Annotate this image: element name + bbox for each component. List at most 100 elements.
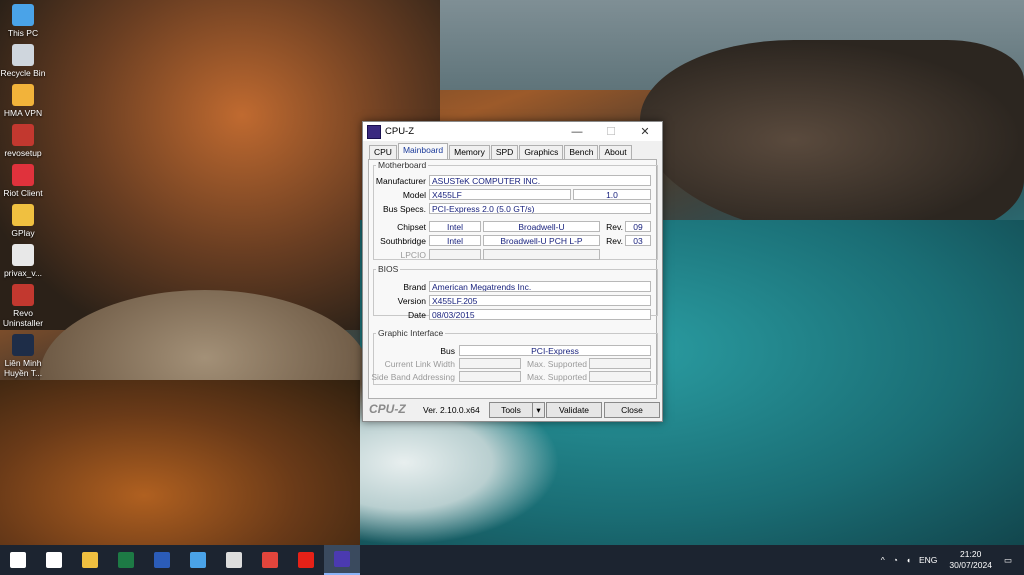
wallpaper-brush: [0, 380, 360, 545]
volume-icon[interactable]: ◖: [906, 555, 911, 565]
dropdown-arrow-icon: ▾: [536, 405, 541, 415]
side-band-label: Side Band Addressing: [371, 372, 455, 382]
southbridge-rev-field: 03: [625, 235, 651, 246]
taskbar-button-file-explorer[interactable]: [72, 545, 108, 575]
desktop-icon-7[interactable]: Revo Uninstaller: [0, 284, 46, 328]
language-indicator[interactable]: ENG: [919, 555, 937, 565]
hma-vpn-icon: [12, 84, 34, 106]
taskbar-button-word[interactable]: [144, 545, 180, 575]
desktop-icons: This PC Recycle Bin HMA VPN revosetup Riot C…: [0, 4, 46, 384]
tab-about[interactable]: About: [599, 145, 632, 159]
taskbar-button-start[interactable]: [0, 545, 36, 575]
bios-brand-field: American Megatrends Inc.: [429, 281, 651, 292]
this-pc-icon: [12, 4, 34, 26]
chipset-label: Chipset: [397, 222, 426, 232]
version-label: Ver. 2.10.0.x64: [423, 405, 480, 415]
bios-date-field: 08/03/2015: [429, 309, 651, 320]
bios-version-field: X455LF.205: [429, 295, 651, 306]
desktop-icon-8[interactable]: Liên Minh Huyền T...: [0, 334, 46, 378]
revo-setup-icon: [12, 124, 34, 146]
gi-bus-field: PCI-Express: [459, 345, 651, 356]
show-hidden-icons-icon[interactable]: ^: [881, 555, 885, 565]
word-icon: [154, 552, 170, 568]
taskbar-button-search[interactable]: [36, 545, 72, 575]
clock-date: 30/07/2024: [949, 560, 992, 570]
tools-button[interactable]: Tools: [489, 402, 533, 418]
manufacturer-label: Manufacturer: [375, 176, 426, 186]
revo-uninstaller-icon: [12, 284, 34, 306]
southbridge-vendor-field: Intel: [429, 235, 481, 246]
close-button[interactable]: Close: [604, 402, 660, 418]
bios-legend: BIOS: [378, 264, 399, 274]
minimize-button[interactable]: —: [560, 122, 594, 141]
desktop-icon-label: Revo Uninstaller: [2, 308, 44, 328]
riot-client-icon: [12, 164, 34, 186]
link-width-label: Current Link Width: [384, 359, 455, 369]
taskbar: ^ ◔ ◖ ENG 21:20 30/07/2024 ▭: [0, 545, 1024, 575]
taskbar-button-privax[interactable]: [216, 545, 252, 575]
taskbar-button-chrome[interactable]: [252, 545, 288, 575]
link-width-field: [459, 358, 521, 369]
start-icon: [10, 552, 26, 568]
bus-specs-field: PCI-Express 2.0 (5.0 GT/s): [429, 203, 651, 214]
chipset-name-field: Broadwell-U: [483, 221, 600, 232]
desktop-icon-1[interactable]: Recycle Bin: [0, 44, 46, 78]
window-footer: CPU-Z Ver. 2.10.0.x64 Tools ▾ Validate C…: [363, 402, 662, 420]
desktop-icon-label: revosetup: [4, 148, 42, 158]
tab-spd[interactable]: SPD: [490, 145, 519, 159]
network-icon[interactable]: ◔: [893, 555, 898, 565]
tab-memory[interactable]: Memory: [449, 145, 490, 159]
validate-button[interactable]: Validate: [546, 402, 602, 418]
lpcio-vendor-field: [429, 249, 481, 260]
tools-dropdown-button[interactable]: ▾: [532, 402, 545, 418]
motherboard-legend: Motherboard: [378, 160, 427, 170]
maximize-button[interactable]: ☐: [594, 122, 628, 141]
search-icon: [46, 552, 62, 568]
desktop-icon-3[interactable]: revosetup: [0, 124, 46, 158]
window-title: CPU-Z: [385, 126, 415, 137]
taskbar-button-youtube[interactable]: [288, 545, 324, 575]
cpuz-icon: [334, 551, 350, 567]
system-tray: ^ ◔ ◖ ENG 21:20 30/07/2024 ▭: [877, 545, 1024, 575]
side-band-max-label: Max. Supported: [526, 372, 587, 382]
gi-bus-label: Bus: [440, 346, 455, 356]
desktop-icon-2[interactable]: HMA VPN: [0, 84, 46, 118]
model-revision-field: 1.0: [573, 189, 651, 200]
desktop-icon-label: Riot Client: [3, 188, 43, 198]
notifications-icon[interactable]: ▭: [1004, 555, 1012, 566]
excel-icon: [118, 552, 134, 568]
lpcio-name-field: [483, 249, 600, 260]
youtube-icon: [298, 552, 314, 568]
model-label: Model: [402, 190, 426, 200]
tab-bench[interactable]: Bench: [564, 145, 599, 159]
taskbar-apps: [0, 545, 360, 575]
tab-graphics[interactable]: Graphics: [519, 145, 564, 159]
model-field: X455LF: [429, 189, 571, 200]
side-band-field: [459, 371, 521, 382]
taskbar-button-store[interactable]: [180, 545, 216, 575]
tab-mainboard[interactable]: Mainboard: [397, 143, 449, 159]
link-width-max-label: Max. Supported: [526, 359, 587, 369]
close-window-button[interactable]: ✕: [628, 122, 662, 141]
taskbar-button-excel[interactable]: [108, 545, 144, 575]
clock-time: 21:20: [960, 549, 982, 559]
bios-date-label: Date: [408, 310, 426, 320]
desktop-icon-label: GPlay: [11, 228, 35, 238]
desktop-icon-5[interactable]: GPlay: [0, 204, 46, 238]
desktop-icon-6[interactable]: privax_v...: [0, 244, 46, 278]
chipset-rev-label: Rev.: [606, 222, 623, 232]
desktop-icon-0[interactable]: This PC: [0, 4, 46, 38]
desktop-icon-4[interactable]: Riot Client: [0, 164, 46, 198]
desktop-icon-label: Recycle Bin: [0, 68, 46, 78]
side-band-max-field: [589, 371, 651, 382]
graphic-interface-legend: Graphic Interface: [378, 328, 444, 338]
mainboard-panel: Motherboard Manufacturer ASUSTeK COMPUTE…: [368, 159, 658, 399]
taskbar-button-cpuz[interactable]: [324, 545, 360, 575]
chrome-icon: [262, 552, 278, 568]
title-bar[interactable]: CPU-Z — ☐ ✕: [363, 122, 662, 141]
southbridge-rev-label: Rev.: [606, 236, 623, 246]
clock[interactable]: 21:20 30/07/2024: [949, 549, 992, 571]
lpcio-label: LPCIO: [400, 250, 426, 260]
tab-cpu[interactable]: CPU: [369, 145, 397, 159]
manufacturer-field: ASUSTeK COMPUTER INC.: [429, 175, 651, 186]
